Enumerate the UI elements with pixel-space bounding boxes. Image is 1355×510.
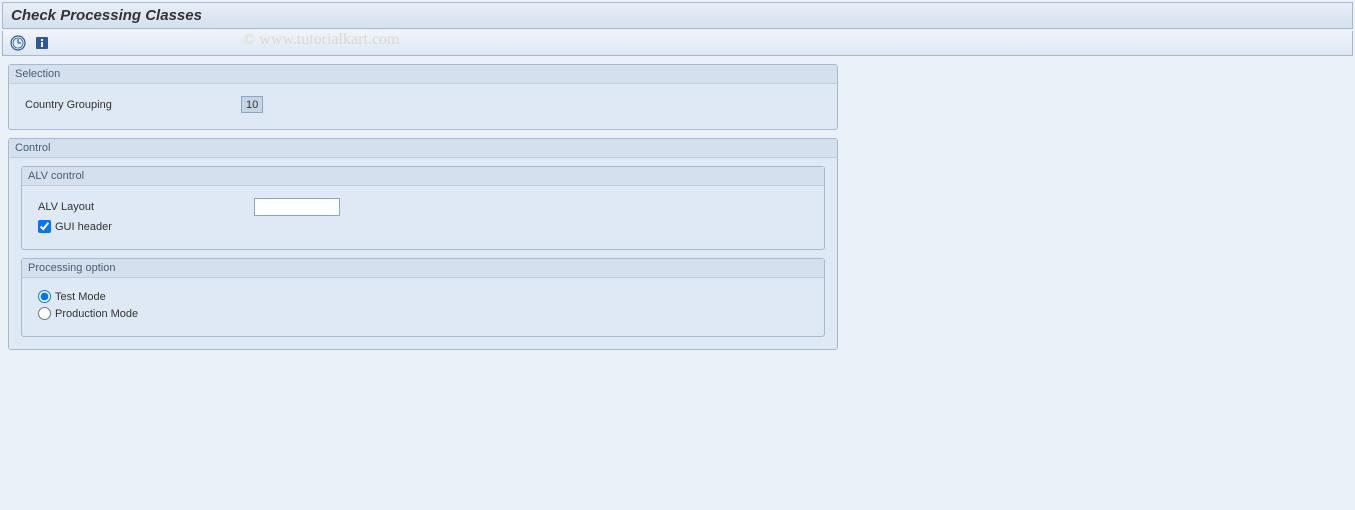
execute-icon [10,35,26,51]
toolbar: © www.tutorialkart.com [2,31,1353,56]
production-mode-label: Production Mode [55,308,138,320]
test-mode-radio[interactable] [38,290,51,303]
alv-control-group: ALV control ALV Layout GUI header [21,166,825,250]
page-title: Check Processing Classes [11,7,202,24]
execute-button[interactable] [9,34,27,52]
alv-layout-row: ALV Layout [34,198,812,216]
production-mode-radio[interactable] [38,307,51,320]
gui-header-checkbox[interactable] [38,220,51,233]
title-bar: Check Processing Classes [2,2,1353,29]
content-area: Selection Country Grouping 10 Control AL… [0,64,1355,350]
info-button[interactable] [33,34,51,52]
test-mode-label: Test Mode [55,291,106,303]
test-mode-row: Test Mode [38,290,812,303]
alv-layout-input[interactable] [254,198,340,216]
country-grouping-row: Country Grouping 10 [21,96,825,113]
control-group: Control ALV control ALV Layout GUI heade… [8,138,838,350]
country-grouping-value[interactable]: 10 [241,96,263,113]
alv-control-title: ALV control [22,167,824,186]
processing-option-title: Processing option [22,259,824,278]
gui-header-label: GUI header [55,221,112,233]
gui-header-row: GUI header [38,220,812,233]
processing-option-group: Processing option Test Mode Production M… [21,258,825,337]
alv-layout-label: ALV Layout [34,201,254,213]
control-group-title: Control [9,139,837,158]
selection-group: Selection Country Grouping 10 [8,64,838,130]
production-mode-row: Production Mode [38,307,812,320]
watermark: © www.tutorialkart.com [243,31,399,49]
selection-group-title: Selection [9,65,837,84]
info-icon [34,35,50,51]
country-grouping-label: Country Grouping [21,99,241,111]
